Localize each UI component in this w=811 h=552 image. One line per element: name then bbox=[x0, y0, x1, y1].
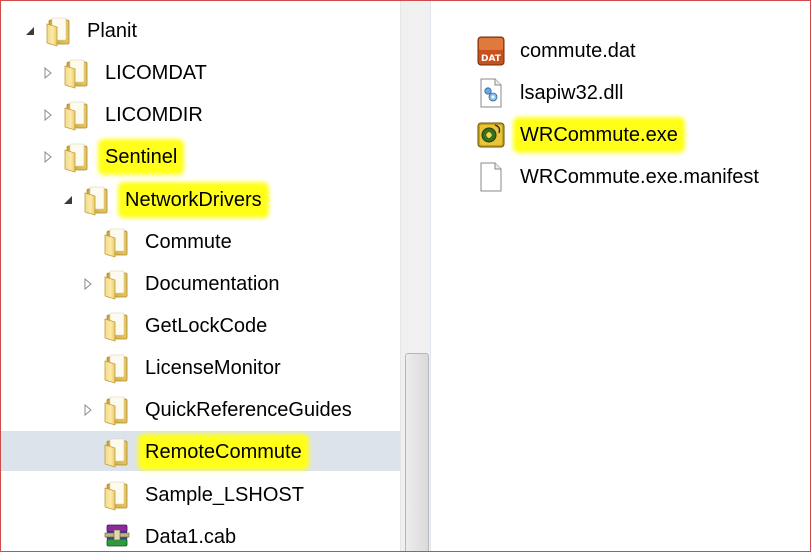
folder-icon bbox=[101, 436, 133, 468]
folder-icon bbox=[101, 226, 133, 258]
tree-item-label: Sample_LSHOST bbox=[145, 484, 304, 506]
collapsed-arrow-icon[interactable] bbox=[81, 403, 95, 417]
tree-item-label: GetLockCode bbox=[145, 315, 268, 337]
svg-text:DAT: DAT bbox=[481, 54, 502, 64]
folder-icon bbox=[101, 479, 133, 511]
winrar-archive-icon bbox=[104, 524, 130, 547]
file-label: WRCommute.exe bbox=[516, 120, 682, 150]
tree-item-sentinel[interactable]: Sentinel bbox=[41, 139, 182, 175]
tree-item-sample-lshost[interactable]: Sample_LSHOST bbox=[101, 477, 308, 513]
tree-item-getlockcode[interactable]: GetLockCode bbox=[101, 308, 271, 344]
file-label: lsapiw32.dll bbox=[520, 82, 624, 104]
tree-item-planit[interactable]: Planit bbox=[23, 13, 141, 49]
tree-item-label: Data1.cab bbox=[145, 526, 237, 548]
collapsed-arrow-icon[interactable] bbox=[81, 277, 95, 291]
collapsed-arrow-icon[interactable] bbox=[41, 150, 55, 164]
tree-vertical-scrollbar[interactable] bbox=[400, 1, 431, 551]
folder-icon bbox=[81, 184, 113, 216]
exe-app-icon bbox=[476, 119, 506, 151]
collapsed-arrow-icon[interactable] bbox=[41, 66, 55, 80]
file-list-pane: DAT commute.dat lsapiw32.dll WRCommute.e… bbox=[432, 1, 810, 551]
tree-item-label: Commute bbox=[145, 231, 232, 253]
tree-item-licomdat[interactable]: LICOMDAT bbox=[41, 55, 211, 91]
tree-item-label: RemoteCommute bbox=[141, 437, 306, 467]
folder-icon bbox=[101, 310, 133, 342]
tree-item-label: LICOMDIR bbox=[105, 104, 203, 126]
folder-icon bbox=[101, 352, 133, 384]
tree-item-label: Documentation bbox=[145, 273, 280, 295]
tree-item-label: LICOMDAT bbox=[105, 62, 207, 84]
scrollbar-thumb[interactable] bbox=[405, 353, 429, 551]
file-item-wrcommute-exe-manifest[interactable]: WRCommute.exe.manifest bbox=[476, 159, 763, 195]
tree-item-label: Planit bbox=[87, 20, 138, 42]
tree-item-commute[interactable]: Commute bbox=[101, 224, 236, 260]
tree-item-licomdir[interactable]: LICOMDIR bbox=[41, 97, 207, 133]
blank-file-icon bbox=[476, 161, 506, 193]
tree-item-label: Sentinel bbox=[101, 142, 182, 172]
expanded-arrow-icon[interactable] bbox=[23, 24, 37, 38]
pane-divider[interactable] bbox=[430, 1, 431, 551]
dll-file-icon bbox=[476, 77, 506, 109]
dat-file-icon: DAT bbox=[476, 35, 506, 67]
folder-icon bbox=[43, 15, 75, 47]
tree-item-quickreferenceguides[interactable]: QuickReferenceGuides bbox=[81, 392, 356, 428]
tree-item-remotecommute[interactable]: RemoteCommute bbox=[101, 434, 306, 470]
tree-item-label: NetworkDrivers bbox=[121, 185, 266, 215]
explorer-window: Planit LICOMDAT LICOMDIR Sentinel Networ… bbox=[0, 0, 811, 552]
file-label: WRCommute.exe.manifest bbox=[520, 166, 759, 188]
collapsed-arrow-icon[interactable] bbox=[41, 108, 55, 122]
expanded-arrow-icon[interactable] bbox=[61, 193, 75, 207]
file-item-lsapiw32-dll[interactable]: lsapiw32.dll bbox=[476, 75, 627, 111]
folder-icon bbox=[61, 99, 93, 131]
tree-item-documentation[interactable]: Documentation bbox=[81, 266, 284, 302]
folder-icon bbox=[101, 394, 133, 426]
tree-item-licensemonitor[interactable]: LicenseMonitor bbox=[101, 350, 285, 386]
folder-tree-pane: Planit LICOMDAT LICOMDIR Sentinel Networ… bbox=[1, 1, 431, 551]
folder-icon bbox=[101, 268, 133, 300]
file-item-wrcommute-exe[interactable]: WRCommute.exe bbox=[476, 117, 682, 153]
tree-item-label: QuickReferenceGuides bbox=[145, 399, 352, 421]
folder-icon bbox=[61, 141, 93, 173]
file-label: commute.dat bbox=[520, 40, 636, 62]
tree-item-data1-cab[interactable]: Data1.cab bbox=[101, 519, 240, 551]
tree-item-label: LicenseMonitor bbox=[145, 357, 281, 379]
tree-item-networkdrivers[interactable]: NetworkDrivers bbox=[61, 182, 266, 218]
file-item-commute-dat[interactable]: DAT commute.dat bbox=[476, 33, 640, 69]
folder-icon bbox=[61, 57, 93, 89]
